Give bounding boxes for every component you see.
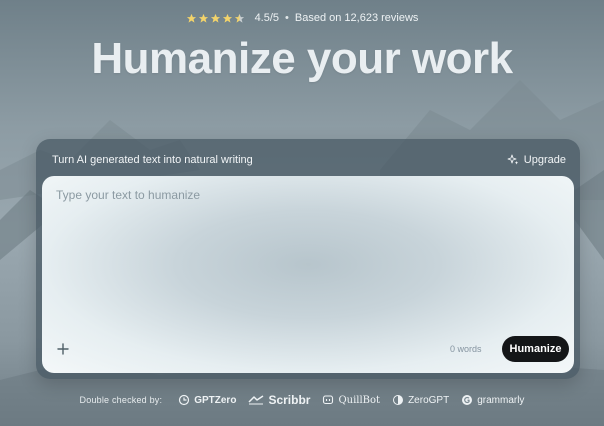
zerogpt-icon — [393, 395, 404, 405]
humanize-button[interactable]: Humanize — [502, 336, 569, 362]
upgrade-label: Upgrade — [523, 154, 566, 166]
brand-name: Scribbr — [268, 393, 311, 407]
rating-row: 4.5/5 • Based on 12,623 reviews — [0, 12, 604, 24]
brand-grammarly: grammarly — [461, 394, 524, 406]
review-count: Based on 12,623 reviews — [294, 12, 419, 24]
star-half-icon — [234, 13, 244, 23]
quillbot-icon — [323, 395, 334, 405]
add-attachment-button[interactable] — [57, 342, 71, 356]
brand-name: GPTZero — [194, 394, 237, 406]
brand-quillbot: QuillBot — [322, 394, 380, 406]
upgrade-button[interactable]: Upgrade — [507, 154, 566, 166]
brand-name: ZeroGPT — [408, 394, 450, 406]
star-icon — [198, 13, 208, 23]
gptzero-icon — [179, 394, 190, 406]
card-header: Turn AI generated text into natural writ… — [52, 151, 566, 169]
text-input[interactable] — [56, 188, 556, 328]
rating-separator: • — [285, 12, 289, 24]
word-count: 0 words — [450, 344, 482, 354]
brand-gptzero: GPTZero — [178, 394, 236, 406]
brand-name: grammarly — [477, 394, 525, 406]
star-icon — [210, 13, 220, 23]
text-editor: 0 words Humanize — [42, 176, 574, 373]
star-rating — [186, 13, 245, 24]
brand-scribbr: Scribbr — [248, 393, 310, 407]
double-checked-row: Double checked by: GPTZero Scribbr Quill… — [0, 393, 604, 407]
star-icon — [186, 13, 196, 23]
page-title: Humanize your work — [91, 34, 513, 83]
card-subtitle: Turn AI generated text into natural writ… — [52, 154, 253, 166]
grammarly-icon — [462, 395, 473, 405]
scribbr-icon — [248, 395, 264, 405]
double-checked-label: Double checked by: — [79, 395, 163, 405]
plus-icon — [57, 343, 69, 355]
humanizer-card: Turn AI generated text into natural writ… — [36, 139, 580, 379]
sparkle-icon — [507, 154, 519, 165]
star-icon — [222, 13, 232, 23]
brand-name: QuillBot — [338, 394, 381, 406]
rating-score: 4.5/5 — [254, 12, 280, 24]
brand-zerogpt: ZeroGPT — [392, 394, 449, 406]
